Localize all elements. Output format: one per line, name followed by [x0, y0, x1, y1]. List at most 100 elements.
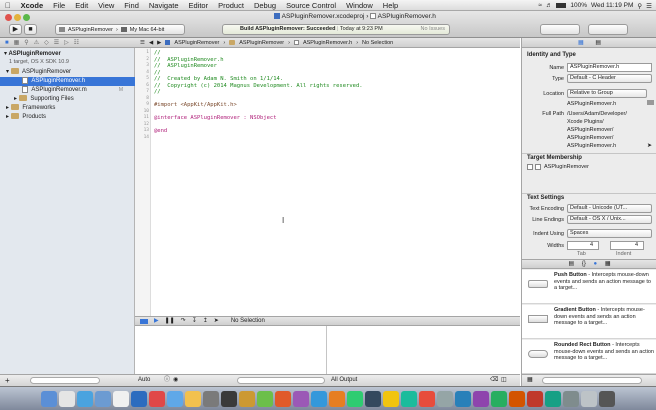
disclosure-triangle-icon[interactable]: ▾: [4, 51, 7, 57]
dock-app-icon[interactable]: [203, 390, 219, 407]
battery-icon[interactable]: [556, 3, 567, 8]
dock-app-icon[interactable]: [131, 390, 147, 407]
variables-view[interactable]: [135, 326, 327, 374]
dock-app-icon[interactable]: [167, 390, 183, 407]
eye-icon[interactable]: ◉: [173, 375, 178, 386]
view-mode-icon[interactable]: ▦: [527, 376, 533, 383]
encoding-popup[interactable]: Default - Unicode (UT...: [567, 204, 652, 213]
debug-icon[interactable]: ☰: [54, 39, 59, 46]
debug-selection[interactable]: No Selection: [231, 317, 265, 326]
dock-app-icon[interactable]: [599, 390, 615, 407]
pause-icon[interactable]: ❚❚: [165, 317, 175, 326]
dock-app-icon[interactable]: [455, 390, 471, 407]
dock-app-icon[interactable]: [491, 390, 507, 407]
menu-view[interactable]: View: [93, 0, 119, 11]
source-editor[interactable]: 1 2 3 4 5 6 7 8 9 10 11 12 13 14 // // A…: [135, 48, 520, 316]
menu-app-xcode[interactable]: Xcode: [16, 0, 49, 11]
dock-app-icon[interactable]: [329, 390, 345, 407]
related-items-icon[interactable]: ☰: [140, 38, 145, 48]
step-out-icon[interactable]: ↥: [203, 317, 208, 326]
quick-help-icon[interactable]: ▤: [595, 40, 601, 46]
window-minimize-button[interactable]: [14, 14, 21, 21]
menu-find[interactable]: Find: [119, 0, 144, 11]
type-popup[interactable]: Default - C Header: [567, 74, 652, 83]
dock-app-icon[interactable]: [77, 390, 93, 407]
dock-app-icon[interactable]: [383, 390, 399, 407]
info-icon[interactable]: ⓘ: [164, 375, 170, 386]
variables-filter-field[interactable]: [237, 377, 325, 384]
dock-app-icon[interactable]: [401, 390, 417, 407]
step-over-icon[interactable]: ↷: [181, 317, 186, 326]
disclosure-triangle-icon[interactable]: ▸: [14, 96, 17, 102]
dock-app-icon[interactable]: [365, 390, 381, 407]
spotlight-icon[interactable]: ⚲: [637, 2, 642, 10]
library-item[interactable]: Gradient Button - Intercepts mouse-down …: [522, 305, 656, 339]
auto-popup[interactable]: Auto: [138, 375, 150, 386]
dock-app-icon[interactable]: [185, 390, 201, 407]
scheme-selector[interactable]: ASPluginRemover › My Mac 64-bit: [55, 24, 185, 35]
volume-icon[interactable]: ♬: [546, 2, 553, 9]
menu-source-control[interactable]: Source Control: [281, 0, 341, 11]
wifi-icon[interactable]: ≈: [538, 2, 542, 9]
jumpbar-file[interactable]: ASPluginRemover.h: [303, 38, 352, 48]
menu-window[interactable]: Window: [341, 0, 378, 11]
filter-field[interactable]: [30, 377, 100, 384]
run-button[interactable]: ▶: [9, 24, 22, 35]
search-icon[interactable]: ⚲: [24, 39, 28, 46]
library-item[interactable]: Rounded Rect Button - Intercepts mouse-d…: [522, 340, 656, 374]
menu-clock[interactable]: Wed 11:19 PM: [591, 2, 633, 9]
dock-app-icon[interactable]: [293, 390, 309, 407]
hide-debug-area-icon[interactable]: [140, 318, 148, 324]
dock-app-icon[interactable]: [149, 390, 165, 407]
dock-app-icon[interactable]: [311, 390, 327, 407]
products-row[interactable]: ▸ Products: [0, 113, 135, 122]
step-into-icon[interactable]: ↧: [192, 317, 197, 326]
dock-app-icon[interactable]: [581, 390, 597, 407]
stop-button[interactable]: ■: [24, 24, 37, 35]
notification-center-icon[interactable]: ☰: [646, 2, 652, 10]
breakpoints-toggle-icon[interactable]: ▶: [154, 317, 159, 326]
library-item[interactable]: Push Button - Intercepts mouse-down even…: [522, 270, 656, 304]
menu-navigate[interactable]: Navigate: [144, 0, 184, 11]
jumpbar-selection[interactable]: No Selection: [362, 38, 393, 48]
dock-app-icon[interactable]: [59, 390, 75, 407]
media-library-icon[interactable]: ▦: [605, 261, 611, 267]
menu-help[interactable]: Help: [378, 0, 403, 11]
symbol-icon[interactable]: ▦: [14, 39, 20, 46]
dock-app-icon[interactable]: [437, 390, 453, 407]
forward-icon[interactable]: ▶: [157, 38, 161, 48]
menu-editor[interactable]: Editor: [184, 0, 214, 11]
breakpoint-icon[interactable]: ▷: [64, 39, 69, 46]
library-filter-field[interactable]: [542, 377, 642, 384]
window-zoom-button[interactable]: [23, 14, 30, 21]
editor-mode-segment[interactable]: [540, 24, 580, 35]
dock-app-icon[interactable]: [275, 390, 291, 407]
console-view[interactable]: [328, 326, 520, 374]
dock-app-icon[interactable]: [419, 390, 435, 407]
disclosure-triangle-icon[interactable]: ▸: [6, 114, 9, 120]
name-field[interactable]: ASPluginRemover.h: [567, 63, 652, 72]
supporting-files-row[interactable]: ▸ Supporting Files: [0, 95, 135, 104]
group-row[interactable]: ▾ ASPluginRemover: [0, 68, 135, 77]
dock-app-icon[interactable]: [41, 390, 57, 407]
apple-menu-icon[interactable]: : [0, 0, 16, 11]
frameworks-row[interactable]: ▸ Frameworks: [0, 104, 135, 113]
folder-icon[interactable]: [647, 100, 654, 105]
view-toggle-segment[interactable]: [588, 24, 628, 35]
folder-icon[interactable]: ■: [5, 40, 9, 46]
trash-icon[interactable]: ⌫: [490, 375, 498, 386]
dock-app-icon[interactable]: [239, 390, 255, 407]
activity-viewer[interactable]: Build ASPluginRemover: Succeeded | Today…: [222, 24, 450, 35]
output-popup[interactable]: All Output: [331, 375, 357, 386]
dock-app-icon[interactable]: [113, 390, 129, 407]
log-icon[interactable]: ☷: [74, 39, 79, 46]
dock-app-icon[interactable]: [95, 390, 111, 407]
dock-app-icon[interactable]: [221, 390, 237, 407]
line-endings-popup[interactable]: Default - OS X / Unix...: [567, 215, 652, 224]
menu-product[interactable]: Product: [213, 0, 249, 11]
window-close-button[interactable]: [5, 14, 12, 21]
dock-app-icon[interactable]: [563, 390, 579, 407]
test-icon[interactable]: ◇: [44, 39, 49, 46]
object-library-icon[interactable]: ●: [594, 261, 598, 267]
console-split-icon[interactable]: ◫: [501, 375, 507, 386]
